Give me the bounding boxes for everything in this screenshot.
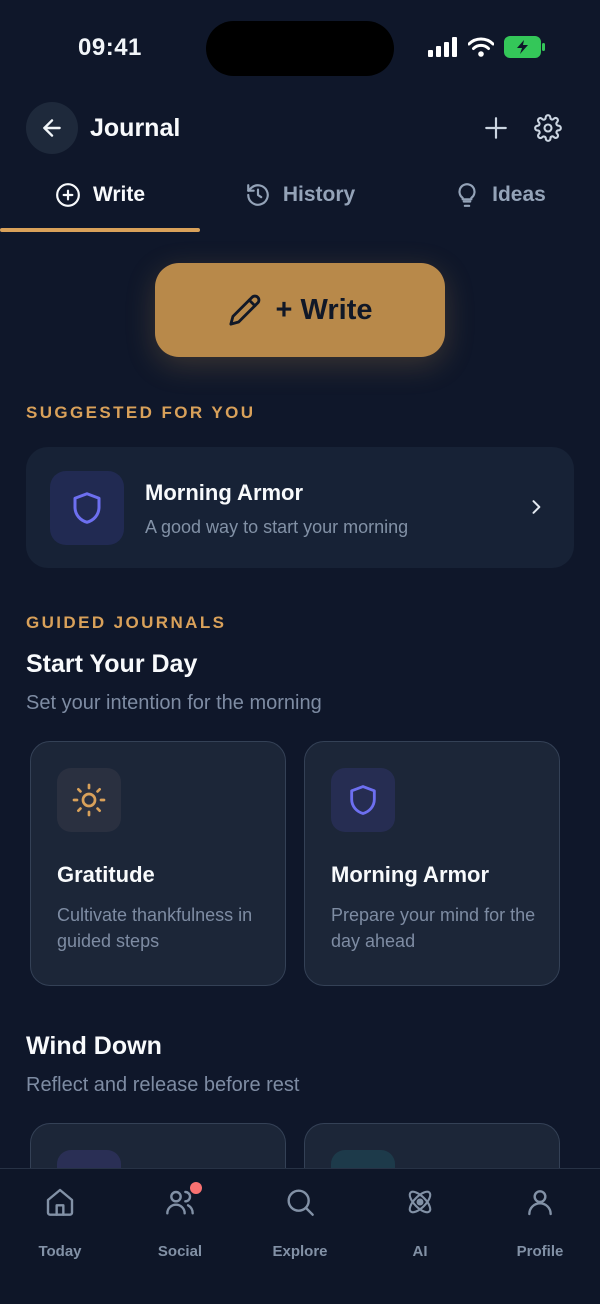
write-button[interactable]: + Write [155, 263, 445, 357]
write-button-label: + Write [275, 293, 373, 326]
notification-badge [190, 1182, 202, 1194]
tab-write[interactable]: Write [0, 166, 200, 232]
nav-ai[interactable]: AI [360, 1169, 480, 1304]
nav-label: AI [412, 1243, 428, 1260]
gear-icon [534, 114, 562, 142]
shield-icon [331, 768, 395, 832]
suggested-icon-box [50, 471, 124, 545]
pencil-icon [228, 294, 260, 326]
plus-circle-icon [55, 182, 81, 208]
header: Journal [0, 102, 600, 156]
tab-bar: Write History Ideas [0, 166, 600, 232]
shield-icon [73, 492, 101, 524]
nav-label: Explore [272, 1243, 328, 1260]
status-bar: 09:41 [0, 0, 600, 96]
tab-label: Ideas [492, 183, 546, 206]
settings-button[interactable] [532, 112, 564, 144]
card-description: Prepare your mind for the day ahead [331, 905, 536, 951]
tab-label: Write [92, 183, 146, 206]
nav-profile[interactable]: Profile [480, 1169, 600, 1304]
history-icon [245, 182, 271, 208]
nav-label: Profile [516, 1243, 564, 1260]
sun-icon [57, 768, 121, 832]
card-title: Gratitude [57, 862, 155, 887]
morning-armor-card[interactable]: Morning Armor Prepare your mind for the … [304, 741, 560, 986]
back-button[interactable] [26, 102, 78, 154]
battery-charging-icon [504, 36, 545, 58]
chevron-right-icon [524, 495, 548, 519]
suggested-card[interactable]: Morning Armor A good way to start your m… [26, 447, 574, 568]
lightbulb-icon [454, 182, 480, 208]
dynamic-island [206, 21, 394, 76]
suggested-section-label: SUGGESTED FOR YOU [26, 403, 256, 422]
gratitude-card[interactable]: Gratitude Cultivate thankfulness in guid… [30, 741, 286, 986]
guided-section-label: GUIDED JOURNALS [26, 613, 227, 632]
user-icon [523, 1185, 557, 1219]
start-day-title: Start Your Day [26, 650, 198, 678]
users-icon [163, 1182, 202, 1219]
wifi-icon [468, 37, 494, 57]
search-icon [283, 1185, 317, 1219]
plus-icon [485, 117, 507, 139]
signal-icon [428, 37, 457, 57]
wind-down-subtitle: Reflect and release before rest [26, 1074, 300, 1096]
suggested-subtitle: A good way to start your morning [145, 517, 409, 537]
arrow-left-icon [43, 119, 61, 137]
add-entry-button[interactable] [480, 112, 512, 144]
status-icons [428, 36, 546, 58]
home-icon [43, 1185, 77, 1219]
nav-label: Social [157, 1243, 203, 1260]
atom-icon [403, 1185, 437, 1219]
tab-history[interactable]: History [200, 166, 400, 232]
tab-ideas[interactable]: Ideas [400, 166, 600, 232]
page-title: Journal [90, 114, 181, 142]
suggested-title: Morning Armor [145, 480, 304, 505]
bottom-nav: Today Social Explore AI Profile [0, 1168, 600, 1304]
nav-today[interactable]: Today [0, 1169, 120, 1304]
status-time: 09:41 [78, 34, 142, 61]
wind-down-title: Wind Down [26, 1032, 162, 1060]
tab-label: History [282, 183, 356, 206]
card-title: Morning Armor [331, 862, 490, 887]
nav-social[interactable]: Social [120, 1169, 240, 1304]
nav-explore[interactable]: Explore [240, 1169, 360, 1304]
start-day-subtitle: Set your intention for the morning [26, 692, 322, 714]
card-description: Cultivate thankfulness in guided steps [57, 905, 253, 951]
nav-label: Today [38, 1243, 82, 1260]
